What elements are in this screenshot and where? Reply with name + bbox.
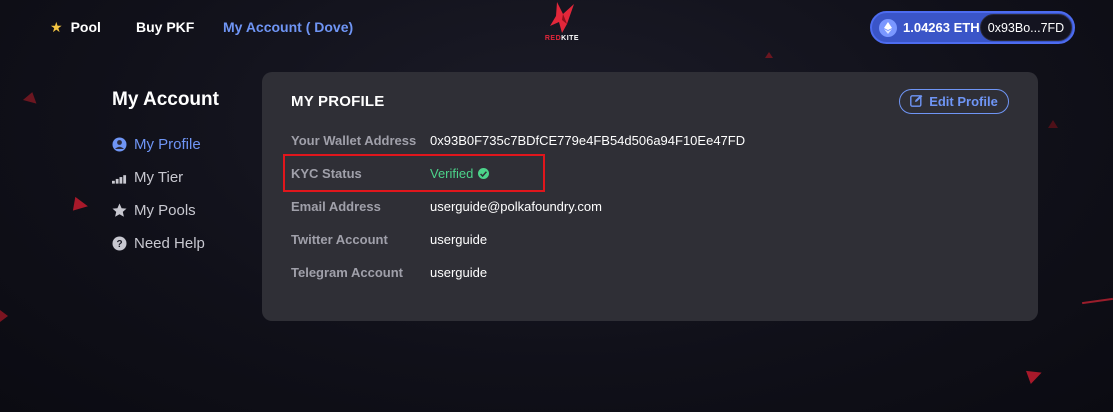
kyc-highlight-box	[283, 154, 545, 192]
sidebar-item-my-tier[interactable]: My Tier	[112, 169, 183, 186]
decor-triangle	[72, 196, 90, 214]
edit-icon	[910, 94, 923, 110]
decor-line	[1082, 297, 1113, 305]
nav-buy-link[interactable]: Buy PKF	[136, 19, 194, 35]
sidebar-item-label: My Tier	[134, 169, 184, 186]
email-value: userguide@polkafoundry.com	[430, 199, 602, 214]
telegram-value: userguide	[430, 265, 488, 280]
wallet-button[interactable]: 1.04263 ETH 0x93Bo...7FD	[870, 11, 1075, 44]
top-nav: ★ Pool Buy PKF My Account ( Dove) REDKIT…	[0, 0, 1113, 56]
telegram-label: Telegram Account	[291, 265, 403, 280]
profile-card: MY PROFILE Edit Profile Your Wallet Addr…	[262, 72, 1038, 321]
edit-profile-button[interactable]: Edit Profile	[899, 89, 1009, 114]
ethereum-icon	[879, 18, 897, 37]
profile-title: MY PROFILE	[291, 93, 385, 110]
sidebar-item-label: My Pools	[134, 202, 196, 219]
star-icon	[112, 203, 127, 218]
user-circle-icon	[112, 137, 127, 152]
sidebar-item-my-profile[interactable]: My Profile	[112, 136, 201, 153]
nav-account-link[interactable]: My Account ( Dove)	[223, 19, 353, 35]
twitter-label: Twitter Account	[291, 232, 388, 247]
sidebar-item-label: Need Help	[134, 235, 205, 252]
decor-triangle	[0, 310, 8, 322]
sidebar-item-need-help[interactable]: ? Need Help	[112, 235, 205, 252]
decor-triangle	[22, 90, 40, 104]
nav-pool-label: Pool	[70, 19, 101, 35]
edit-profile-label: Edit Profile	[929, 94, 998, 109]
svg-text:?: ?	[116, 239, 122, 250]
sidebar-item-label: My Profile	[134, 136, 201, 153]
email-label: Email Address	[291, 199, 381, 214]
nav-pool-link[interactable]: ★ Pool	[50, 19, 101, 35]
decor-triangle	[1048, 120, 1058, 128]
twitter-value: userguide	[430, 232, 488, 247]
sidebar-title: My Account	[112, 89, 219, 110]
question-icon: ?	[112, 236, 127, 251]
wallet-address-label: Your Wallet Address	[291, 133, 417, 148]
wallet-address-value: 0x93B0F735c7BDfCE779e4FB54d506a94F10Ee47…	[430, 133, 746, 148]
sidebar-item-my-pools[interactable]: My Pools	[112, 202, 196, 219]
wallet-address-pill[interactable]: 0x93Bo...7FD	[980, 14, 1072, 41]
signal-bars-icon	[112, 170, 127, 185]
logo-text: REDKITE	[544, 35, 580, 42]
redkite-logo[interactable]: REDKITE	[538, 0, 586, 50]
star-icon: ★	[50, 19, 63, 35]
kite-icon	[550, 2, 574, 33]
decor-triangle	[1026, 366, 1044, 384]
eth-balance: 1.04263 ETH	[903, 20, 980, 35]
